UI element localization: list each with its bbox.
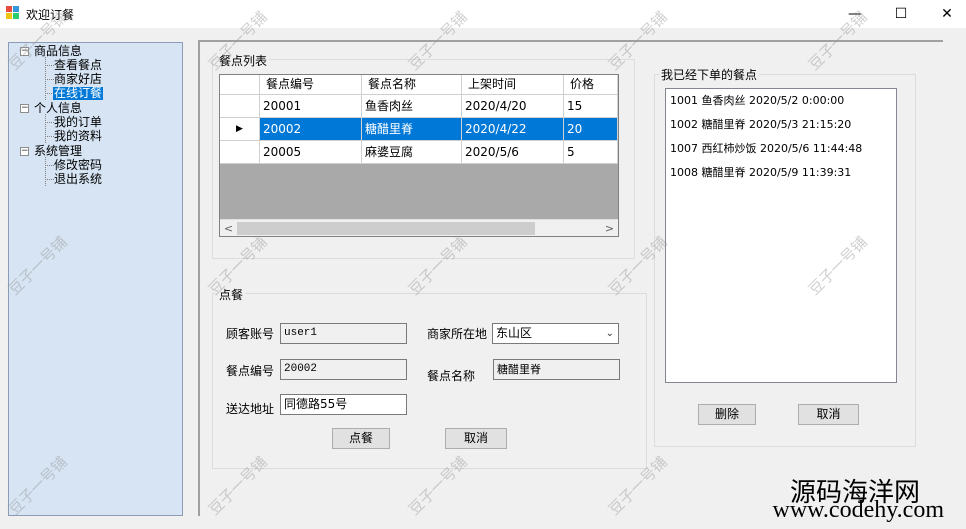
tree-node-personal-info[interactable]: 个人信息 <box>34 102 82 115</box>
tree-node-logout[interactable]: 退出系统 <box>54 173 102 186</box>
chevron-down-icon[interactable]: ⌄ <box>606 324 614 343</box>
row-header[interactable] <box>220 95 260 118</box>
tree-node-my-orders[interactable]: 我的订单 <box>54 116 102 129</box>
tree-node-good-shops[interactable]: 商家好店 <box>54 73 102 86</box>
customer-field[interactable]: user1 <box>280 323 407 344</box>
menu-grid[interactable]: 餐点编号 餐点名称 上架时间 价格 20001 鱼香肉丝 2020/4/20 1… <box>219 74 619 237</box>
cancel-button[interactable]: 取消 <box>798 404 859 425</box>
region-value: 东山区 <box>496 326 533 340</box>
tree-node-product-info[interactable]: 商品信息 <box>34 45 82 58</box>
column-header[interactable]: 餐点名称 <box>362 75 462 95</box>
column-header[interactable]: 价格 <box>564 75 618 95</box>
brand-url: www.codehy.com <box>772 497 944 523</box>
window-title: 欢迎订餐 <box>26 8 75 22</box>
column-header[interactable]: 餐点编号 <box>260 75 362 95</box>
list-item[interactable]: 1001 鱼香肉丝 2020/5/2 0:00:00 <box>670 92 844 108</box>
column-header[interactable]: 上架时间 <box>462 75 564 95</box>
tree-node-system-management[interactable]: 系统管理 <box>34 145 82 158</box>
dish-name-field[interactable]: 糖醋里脊 <box>493 359 620 380</box>
table-row[interactable]: 20005 麻婆豆腐 2020/5/6 5 <box>220 141 618 164</box>
collapse-icon[interactable]: − <box>20 147 29 156</box>
region-label: 商家所在地 <box>427 327 488 341</box>
customer-label: 顾客账号 <box>226 327 275 341</box>
collapse-icon[interactable]: − <box>20 104 29 113</box>
list-item[interactable]: 1007 西红柿炒饭 2020/5/6 11:44:48 <box>670 140 862 156</box>
scroll-right-icon[interactable]: > <box>601 220 618 236</box>
row-indicator-icon[interactable]: ▶ <box>220 118 260 141</box>
scroll-left-icon[interactable]: < <box>220 220 237 236</box>
cancel-order-button[interactable]: 取消 <box>445 428 507 449</box>
collapse-icon[interactable]: − <box>20 47 29 56</box>
menu-list-title: 餐点列表 <box>217 52 270 69</box>
table-row-selected[interactable]: ▶ 20002 糖醋里脊 2020/4/22 20 <box>220 118 618 141</box>
tree-node-change-password[interactable]: 修改密码 <box>54 159 102 172</box>
region-select[interactable]: 东山区 ⌄ <box>492 323 619 344</box>
list-item[interactable]: 1008 糖醋里脊 2020/5/9 11:39:31 <box>670 164 851 180</box>
grid-header: 餐点编号 餐点名称 上架时间 价格 <box>220 75 618 95</box>
table-row[interactable]: 20001 鱼香肉丝 2020/4/20 15 <box>220 95 618 118</box>
order-form-title: 点餐 <box>217 286 246 303</box>
delete-button[interactable]: 删除 <box>698 404 756 425</box>
row-header[interactable] <box>220 141 260 164</box>
maximize-button[interactable]: ☐ <box>878 0 924 28</box>
horizontal-scrollbar[interactable]: < > <box>220 219 618 236</box>
tree-node-online-order[interactable]: 在线订餐 <box>53 87 104 100</box>
dish-id-field[interactable]: 20002 <box>280 359 407 380</box>
app-icon <box>6 6 20 20</box>
my-orders-title: 我已经下单的餐点 <box>659 66 760 83</box>
scroll-thumb[interactable] <box>237 222 535 235</box>
my-orders-list[interactable]: 1001 鱼香肉丝 2020/5/2 0:00:00 1002 糖醋里脊 202… <box>665 88 897 383</box>
dish-id-label: 餐点编号 <box>226 364 275 378</box>
dish-name-label: 餐点名称 <box>427 369 476 383</box>
address-label: 送达地址 <box>226 402 275 416</box>
list-item[interactable]: 1002 糖醋里脊 2020/5/3 21:15:20 <box>670 116 851 132</box>
order-button[interactable]: 点餐 <box>332 428 390 449</box>
title-bar: 欢迎订餐 — ☐ ✕ <box>0 0 966 28</box>
navigation-tree[interactable]: − 商品信息 查看餐点 商家好店 在线订餐 − 个人信息 我的订单 我的资料 −… <box>8 42 183 516</box>
minimize-button[interactable]: — <box>832 0 878 28</box>
address-input[interactable]: 同德路55号 <box>280 394 407 415</box>
tree-node-view-dishes[interactable]: 查看餐点 <box>54 59 102 72</box>
close-button[interactable]: ✕ <box>924 0 966 28</box>
tree-node-my-profile[interactable]: 我的资料 <box>54 130 102 143</box>
